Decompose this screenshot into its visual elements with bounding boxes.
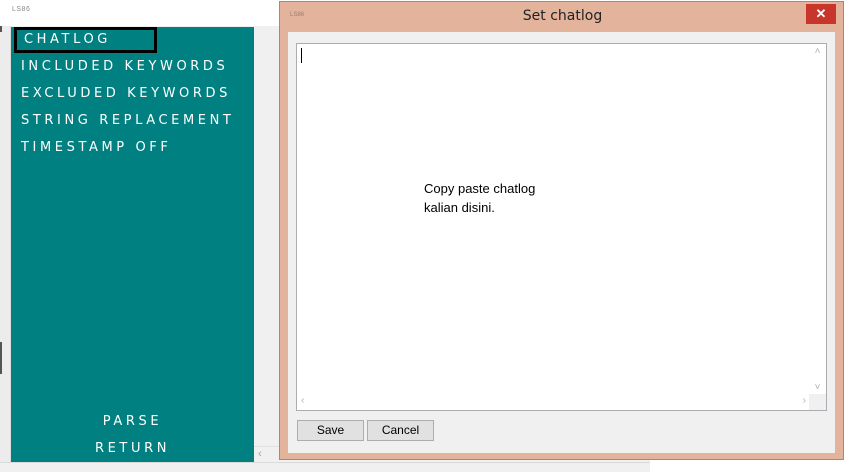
sidebar: CHATLOG INCLUDED KEYWORDS EXCLUDED KEYWO… bbox=[11, 27, 254, 462]
chatlog-hint-text: Copy paste chatlog kalian disini. bbox=[424, 181, 536, 215]
edge-mark bbox=[0, 342, 2, 374]
return-button[interactable]: RETURN bbox=[11, 441, 254, 456]
sidebar-item-chatlog[interactable]: CHATLOG bbox=[14, 27, 157, 53]
dialog-body: Copy paste chatlog kalian disini. ˄ ˅ ‹ … bbox=[288, 32, 835, 453]
text-caret bbox=[301, 48, 302, 63]
cancel-button[interactable]: Cancel bbox=[367, 420, 434, 441]
close-icon: ✕ bbox=[815, 6, 827, 21]
scroll-right-icon[interactable]: › bbox=[803, 395, 806, 406]
sidebar-item-excluded-keywords[interactable]: EXCLUDED KEYWORDS bbox=[21, 86, 231, 101]
sidebar-item-included-keywords[interactable]: INCLUDED KEYWORDS bbox=[21, 59, 228, 74]
chatlog-textarea[interactable]: Copy paste chatlog kalian disini. ˄ ˅ ‹ … bbox=[296, 43, 827, 411]
scroll-left-icon[interactable]: ‹ bbox=[301, 395, 304, 406]
scroll-down-icon[interactable]: ˅ bbox=[809, 382, 826, 393]
main-window-title: LS86 bbox=[12, 6, 31, 13]
sidebar-item-timestamp-off[interactable]: TIMESTAMP OFF bbox=[21, 140, 171, 155]
set-chatlog-dialog: LS86 Set chatlog ✕ Copy paste chatlog ka… bbox=[279, 1, 844, 460]
parse-button[interactable]: PARSE bbox=[11, 414, 254, 429]
scroll-up-icon[interactable]: ˄ bbox=[809, 46, 826, 57]
sidebar-item-string-replacement[interactable]: STRING REPLACEMENT bbox=[21, 113, 234, 128]
vertical-scrollbar[interactable]: ˄ ˅ bbox=[809, 44, 826, 395]
horizontal-scrollbar[interactable]: ‹ › bbox=[297, 394, 810, 410]
edge-mark bbox=[0, 26, 2, 32]
window-left-edge bbox=[0, 26, 11, 471]
save-button[interactable]: Save bbox=[297, 420, 364, 441]
scrollbar-corner bbox=[809, 394, 826, 410]
dialog-title: Set chatlog bbox=[522, 8, 603, 24]
scroll-left-icon[interactable]: ‹ bbox=[258, 448, 262, 460]
close-button[interactable]: ✕ bbox=[806, 4, 836, 24]
